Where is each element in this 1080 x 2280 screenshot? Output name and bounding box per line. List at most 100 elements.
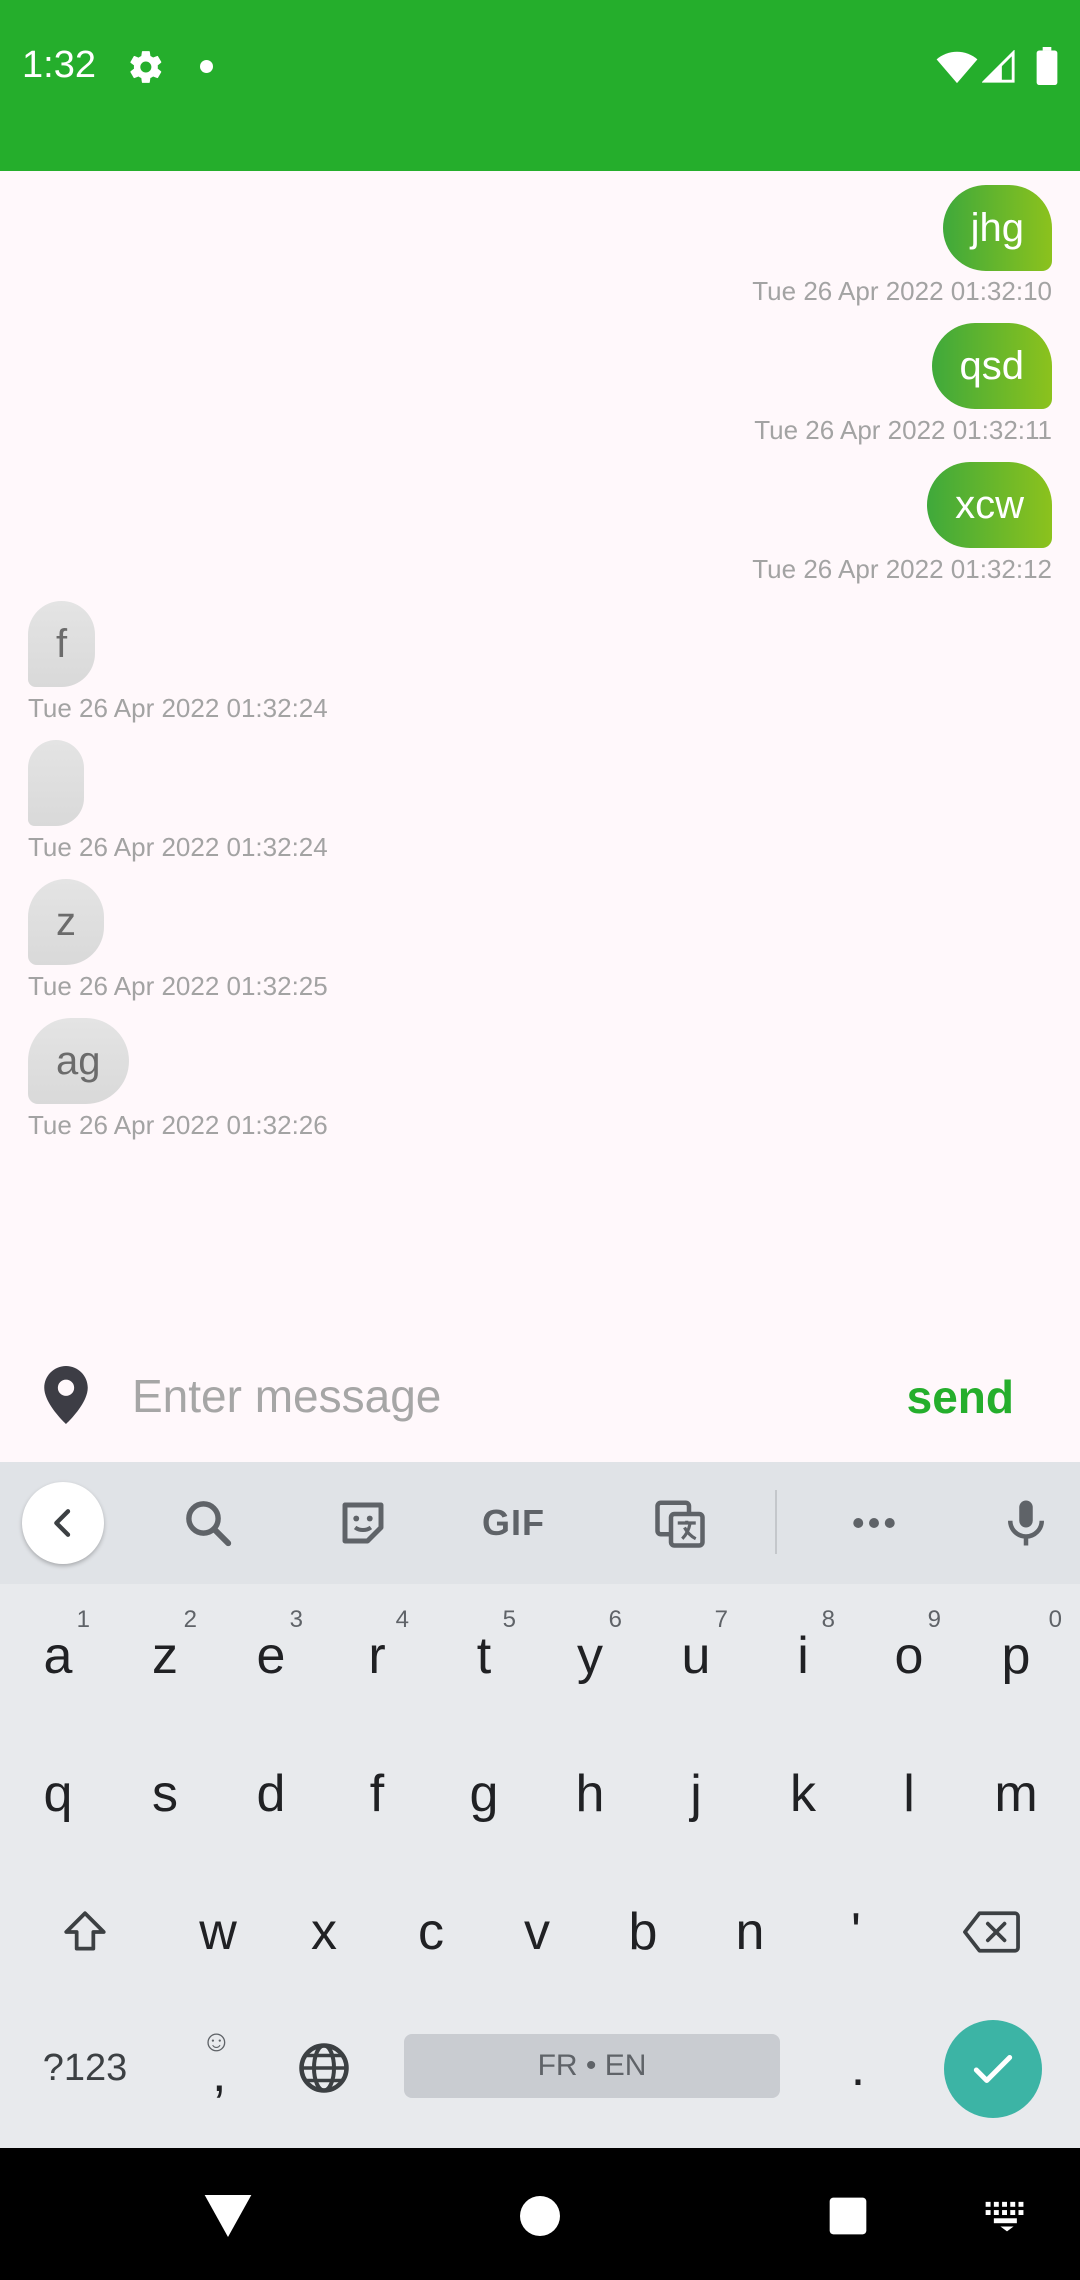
key[interactable]: y6 [540, 1606, 640, 1706]
gif-button[interactable]: GIF [482, 1502, 545, 1544]
send-button[interactable]: send [907, 1370, 1014, 1424]
emoji-comma-key[interactable]: ☺ , [168, 2018, 268, 2118]
key[interactable]: n [700, 1882, 800, 1982]
message-bubble-incoming[interactable] [28, 740, 84, 826]
key[interactable]: p0 [966, 1606, 1066, 1706]
battery-icon [1036, 47, 1058, 85]
key[interactable]: i8 [753, 1606, 853, 1706]
language-key[interactable] [274, 2018, 374, 2118]
comma-label: , [212, 2045, 227, 2103]
key[interactable]: j [646, 1744, 746, 1844]
key[interactable]: z2 [115, 1606, 215, 1706]
key[interactable]: c [381, 1882, 481, 1982]
key-label: z [152, 1627, 178, 1685]
key[interactable]: u7 [646, 1606, 746, 1706]
translate-icon[interactable] [652, 1496, 708, 1550]
message-timestamp: Tue 26 Apr 2022 01:32:10 [752, 276, 1052, 306]
signal-icon [982, 50, 1015, 83]
key[interactable]: h [540, 1744, 640, 1844]
key-label: t [476, 1627, 492, 1685]
sticker-icon[interactable] [335, 1496, 391, 1550]
message-bubble-incoming[interactable]: ag [28, 1018, 129, 1104]
message-input[interactable] [132, 1358, 852, 1434]
keyboard-icon[interactable] [984, 2198, 1030, 2232]
message-bubble-outgoing[interactable]: jhg [942, 185, 1052, 271]
message-list[interactable]: jhg Tue 26 Apr 2022 01:32:10 qsd Tue 26 … [0, 171, 1080, 1341]
key-label: e [256, 1627, 286, 1685]
key-hint: 3 [289, 1606, 303, 1633]
key-hint: 2 [183, 1606, 197, 1633]
key[interactable]: r4 [327, 1606, 427, 1706]
key[interactable]: m [966, 1744, 1066, 1844]
microphone-icon[interactable] [998, 1496, 1054, 1550]
message-bubble-outgoing[interactable]: xcw [927, 462, 1052, 548]
keyboard-toolbar: GIF [0, 1462, 1080, 1584]
key-hint: 8 [821, 1606, 835, 1633]
notification-dot-icon [200, 60, 213, 73]
message-timestamp: Tue 26 Apr 2022 01:32:24 [28, 832, 328, 862]
chevron-left-icon [54, 1509, 71, 1537]
key[interactable]: t5 [434, 1606, 534, 1706]
key[interactable]: ' [806, 1882, 906, 1982]
key[interactable]: x [274, 1882, 374, 1982]
key-hint: 6 [608, 1606, 622, 1633]
wifi-icon [936, 51, 978, 84]
key[interactable]: l [859, 1744, 959, 1844]
more-icon[interactable] [846, 1496, 902, 1550]
message-timestamp: Tue 26 Apr 2022 01:32:25 [28, 971, 328, 1001]
key-label: o [894, 1627, 924, 1685]
symbols-key[interactable]: ?123 [35, 2018, 135, 2118]
key[interactable]: g [434, 1744, 534, 1844]
location-pin-icon[interactable] [44, 1366, 88, 1424]
key[interactable]: v [487, 1882, 587, 1982]
key-label: r [368, 1627, 386, 1685]
key[interactable]: q [8, 1744, 108, 1844]
back-triangle-icon[interactable] [200, 2188, 256, 2244]
key-label: a [43, 1627, 73, 1685]
message-composer: send [0, 1340, 1080, 1462]
backspace-key[interactable] [942, 1882, 1042, 1982]
space-bar[interactable]: FR • EN [404, 2034, 780, 2098]
key[interactable]: k [753, 1744, 853, 1844]
shift-icon [64, 1911, 106, 1951]
home-circle-icon[interactable] [516, 2192, 564, 2240]
key-hint: 5 [502, 1606, 516, 1633]
soft-keyboard: GIF a1 z2 e3 r4 t5 y6 u7 i8 o9 p0 q s d … [0, 1462, 1080, 2148]
message-bubble-incoming[interactable]: z [28, 879, 104, 965]
checkmark-icon [973, 2055, 1013, 2083]
key[interactable]: e3 [221, 1606, 321, 1706]
period-key[interactable]: . [808, 2018, 908, 2118]
key-hint: 9 [927, 1606, 941, 1633]
key-hint: 0 [1048, 1606, 1062, 1633]
navigation-bar [0, 2148, 1080, 2280]
recents-square-icon[interactable] [826, 2194, 870, 2238]
key-hint: 7 [714, 1606, 728, 1633]
toolbar-divider [775, 1490, 777, 1554]
key[interactable]: w [168, 1882, 268, 1982]
key[interactable]: f [327, 1744, 427, 1844]
message-bubble-incoming[interactable]: f [28, 601, 96, 687]
key-label: u [681, 1627, 711, 1685]
globe-icon [299, 2043, 349, 2093]
key-hint: 1 [76, 1606, 90, 1633]
message-bubble-outgoing[interactable]: qsd [931, 323, 1052, 409]
message-timestamp: Tue 26 Apr 2022 01:32:24 [28, 693, 328, 723]
backspace-icon [963, 1911, 1020, 1953]
enter-key[interactable] [944, 2020, 1042, 2118]
shift-key[interactable] [35, 1882, 135, 1982]
key[interactable]: a1 [8, 1606, 108, 1706]
keyboard-back-button[interactable] [22, 1482, 104, 1564]
key-label: i [797, 1627, 809, 1685]
status-bar: 1:32 [0, 0, 1080, 171]
search-icon[interactable] [180, 1496, 236, 1550]
key[interactable]: b [593, 1882, 693, 1982]
key-hint: 4 [395, 1606, 409, 1633]
message-timestamp: Tue 26 Apr 2022 01:32:26 [28, 1110, 328, 1140]
key-label: p [1001, 1627, 1031, 1685]
key[interactable]: d [221, 1744, 321, 1844]
key[interactable]: o9 [859, 1606, 959, 1706]
key-label: y [577, 1627, 603, 1685]
key[interactable]: s [115, 1744, 215, 1844]
message-timestamp: Tue 26 Apr 2022 01:32:11 [754, 415, 1052, 445]
message-timestamp: Tue 26 Apr 2022 01:32:12 [752, 554, 1052, 584]
